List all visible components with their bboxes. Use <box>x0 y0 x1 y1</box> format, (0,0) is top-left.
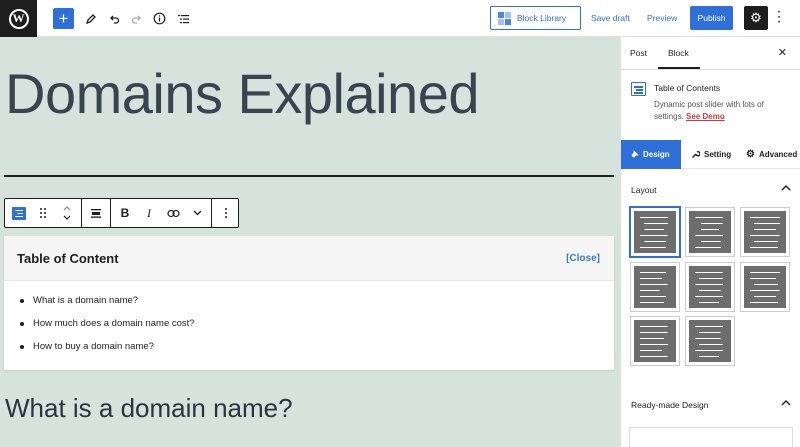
layout-option-2[interactable] <box>685 207 735 257</box>
settings-gear-icon[interactable]: ⚙ <box>744 6 768 30</box>
link-icon[interactable] <box>162 202 184 224</box>
move-up-down-icon[interactable] <box>56 202 78 224</box>
block-library-icon <box>498 11 512 25</box>
chevron-up-icon <box>781 185 791 191</box>
toc-list: What is a domain name? How much does a d… <box>4 281 614 358</box>
tools-pencil-icon[interactable] <box>80 8 101 29</box>
block-description: Dynamic post slider with lots of setting… <box>654 100 764 121</box>
drag-handle-icon[interactable] <box>32 202 54 224</box>
redo-icon[interactable] <box>126 8 147 29</box>
publish-button[interactable]: Publish <box>690 6 733 30</box>
layout-option-6[interactable] <box>740 262 790 312</box>
toc-block-icon <box>631 82 646 96</box>
active-tab-indicator <box>658 67 700 69</box>
close-sidebar-icon[interactable]: ✕ <box>778 46 787 59</box>
layout-option-4[interactable] <box>630 262 680 312</box>
list-view-icon[interactable] <box>173 8 194 29</box>
see-demo-link[interactable]: See Demo <box>686 112 725 121</box>
add-block-button[interactable]: + <box>53 8 74 29</box>
tab-design[interactable]: Design <box>621 140 681 169</box>
editor-canvas: Domains Explained B I Table of Content [… <box>0 37 620 447</box>
toc-close-button[interactable]: [Close] <box>566 253 600 264</box>
block-name: Table of Contents <box>654 83 721 93</box>
wrench-icon <box>692 151 700 158</box>
toc-list-item[interactable]: How much does a domain name cost? <box>20 312 614 335</box>
wordpress-logo-icon[interactable]: W <box>0 0 37 37</box>
layout-option-3[interactable] <box>740 207 790 257</box>
layout-option-5[interactable] <box>685 262 735 312</box>
save-draft-button[interactable]: Save draft <box>591 13 630 23</box>
tab-advanced[interactable]: ⚙ Advanced <box>746 140 797 169</box>
toc-list-item[interactable]: How to buy a domain name? <box>20 335 614 358</box>
more-rich-text-chevron-down-icon[interactable] <box>186 202 208 224</box>
tab-setting[interactable]: Setting <box>691 140 731 169</box>
bold-button[interactable]: B <box>114 202 136 224</box>
ready-made-section-header[interactable]: Ready-made Design <box>621 390 800 420</box>
align-icon[interactable] <box>85 202 107 224</box>
editor-window: W + Block Library Save draft Preview Pub… <box>0 0 800 447</box>
toc-list-item[interactable]: What is a domain name? <box>20 289 614 312</box>
layout-section-title: Layout <box>631 185 657 195</box>
design-setting-tabs: Design Setting ⚙ Advanced <box>621 140 800 169</box>
tab-block[interactable]: Block <box>668 48 689 58</box>
block-type-toc-icon[interactable] <box>8 202 30 224</box>
preview-button[interactable]: Preview <box>647 13 677 23</box>
undo-icon[interactable] <box>103 8 124 29</box>
layout-option-1[interactable] <box>630 207 680 257</box>
layout-option-8[interactable] <box>685 316 735 366</box>
layout-option-7[interactable] <box>630 316 680 366</box>
ready-made-design-preview[interactable] <box>629 427 793 447</box>
italic-button[interactable]: I <box>138 202 160 224</box>
toc-block[interactable]: Table of Content [Close] What is a domai… <box>4 236 614 370</box>
separator-block[interactable] <box>4 175 614 177</box>
block-card: Table of Contents Dynamic post slider wi… <box>621 70 800 130</box>
ready-made-section-title: Ready-made Design <box>631 400 709 410</box>
chevron-up-icon <box>781 400 791 406</box>
more-options-icon[interactable]: ⋮ <box>772 8 786 25</box>
block-library-button[interactable]: Block Library <box>490 6 581 30</box>
heading-block[interactable]: What is a domain name? <box>5 393 293 424</box>
sidebar-tabs: Post Block ✕ <box>621 37 800 70</box>
tab-post[interactable]: Post <box>630 48 647 58</box>
block-toolbar: B I <box>4 198 239 228</box>
details-info-icon[interactable] <box>149 8 170 29</box>
layout-section-header[interactable]: Layout <box>621 175 800 205</box>
block-options-icon[interactable] <box>215 202 237 224</box>
pin-icon <box>631 150 639 158</box>
post-title[interactable]: Domains Explained <box>5 61 479 126</box>
block-library-label: Block Library <box>517 13 567 23</box>
top-toolbar: W + Block Library Save draft Preview Pub… <box>0 0 800 37</box>
toc-header: Table of Content [Close] <box>4 236 614 281</box>
gear-icon: ⚙ <box>746 149 755 160</box>
toc-title[interactable]: Table of Content <box>17 251 119 266</box>
